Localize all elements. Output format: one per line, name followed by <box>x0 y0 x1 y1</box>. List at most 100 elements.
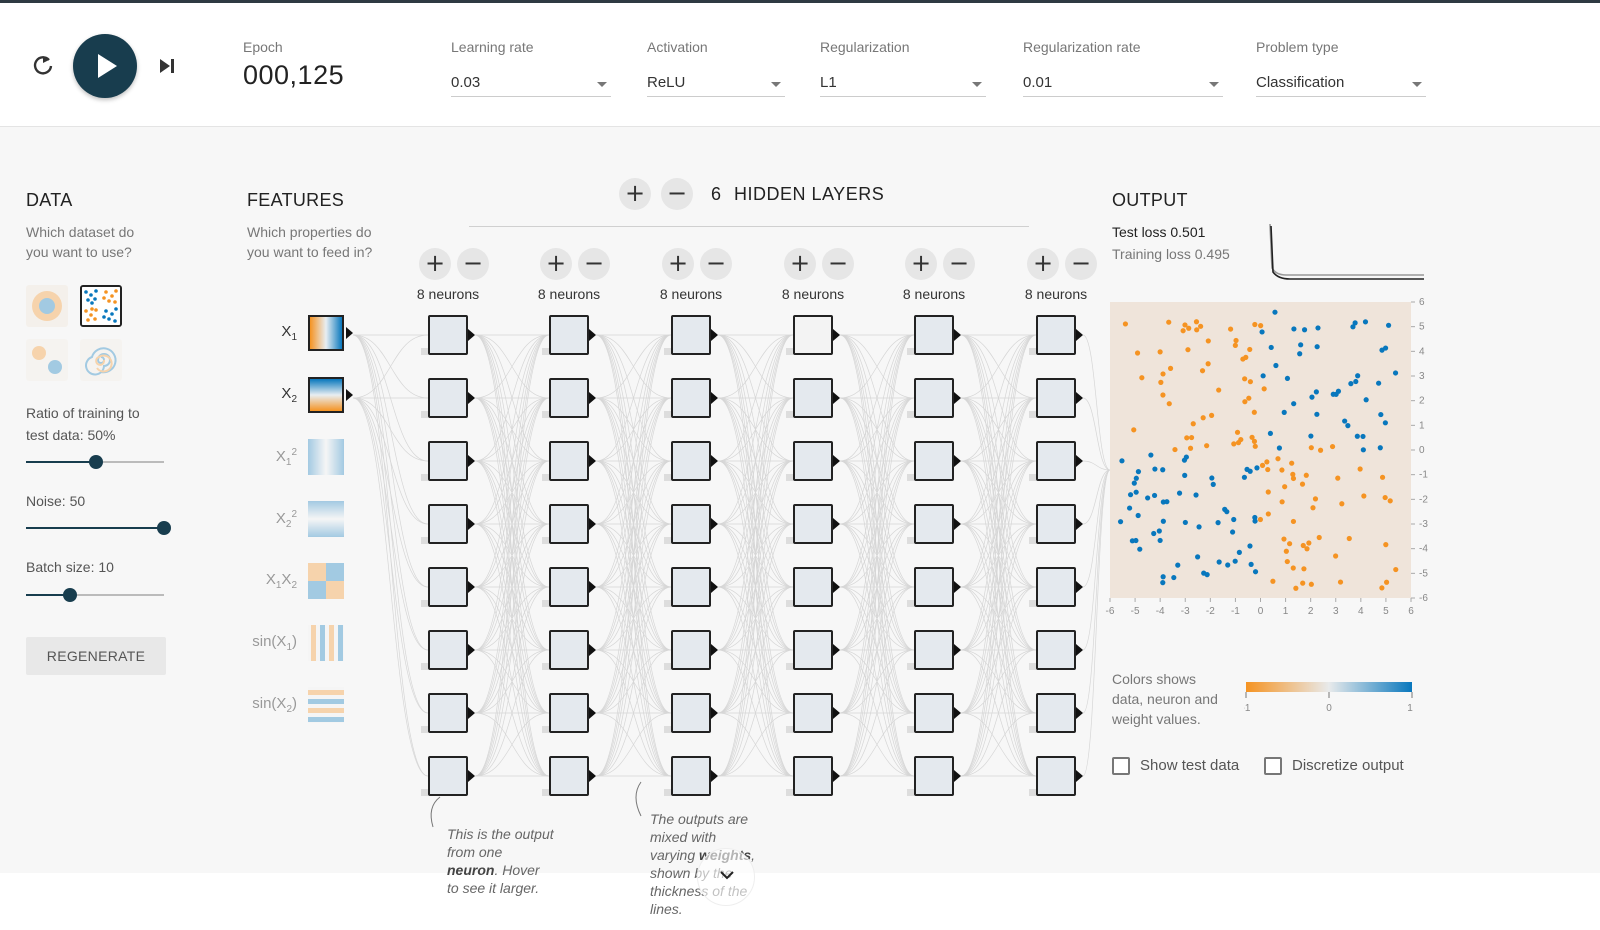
neuron[interactable] <box>1029 693 1076 733</box>
neuron[interactable] <box>421 315 468 355</box>
data-point <box>1151 530 1157 537</box>
weight-link <box>717 334 794 777</box>
neuron-output-arrow <box>589 644 596 656</box>
neuron[interactable] <box>1029 567 1076 607</box>
data-point <box>1167 365 1174 371</box>
neuron[interactable] <box>542 378 589 418</box>
add-neuron-button[interactable]: + <box>784 248 816 280</box>
weight-link <box>839 586 915 777</box>
neuron[interactable] <box>907 630 954 670</box>
neuron[interactable] <box>664 315 711 355</box>
show-test-data-checkbox[interactable] <box>1112 757 1130 775</box>
neuron[interactable] <box>907 504 954 544</box>
remove-layer-button[interactable]: − <box>661 178 693 210</box>
add-neuron-button[interactable]: + <box>905 248 937 280</box>
neuron[interactable] <box>421 756 468 796</box>
neuron-output-arrow <box>833 770 840 782</box>
neuron[interactable] <box>421 567 468 607</box>
x-tick-label: 1 <box>1283 606 1289 617</box>
neuron[interactable] <box>786 441 833 481</box>
scroll-down-button[interactable] <box>697 848 755 906</box>
neuron[interactable] <box>542 441 589 481</box>
neuron[interactable] <box>907 315 954 355</box>
weight-link <box>839 334 915 777</box>
data-point <box>1363 397 1369 403</box>
neuron-output-arrow <box>711 392 718 404</box>
neuron-bias <box>1029 348 1036 355</box>
weight-link <box>717 586 794 777</box>
show-test-data-label[interactable]: Show test data <box>1140 757 1239 774</box>
neuron[interactable] <box>542 504 589 544</box>
neuron[interactable] <box>664 756 711 796</box>
neuron[interactable] <box>664 504 711 544</box>
neuron[interactable] <box>907 378 954 418</box>
remove-neuron-button[interactable]: − <box>822 248 854 280</box>
remove-neuron-button[interactable]: − <box>578 248 610 280</box>
remove-neuron-button[interactable]: − <box>943 248 975 280</box>
neuron[interactable] <box>1029 504 1076 544</box>
data-point <box>1308 433 1314 439</box>
neuron[interactable] <box>786 315 833 355</box>
neuron[interactable] <box>1029 378 1076 418</box>
data-point <box>1242 399 1248 405</box>
neuron[interactable] <box>421 441 468 481</box>
neuron[interactable] <box>664 567 711 607</box>
neuron[interactable] <box>421 693 468 733</box>
weight-link <box>595 334 672 777</box>
data-point <box>1297 351 1303 357</box>
neuron[interactable] <box>907 756 954 796</box>
data-point <box>1176 490 1183 496</box>
neuron[interactable] <box>664 630 711 670</box>
remove-neuron-button[interactable]: − <box>1065 248 1097 280</box>
neuron[interactable] <box>786 693 833 733</box>
neuron[interactable] <box>786 756 833 796</box>
annotation-weights-varying: varying <box>650 847 700 863</box>
neuron[interactable] <box>542 756 589 796</box>
data-point <box>1232 558 1238 564</box>
neuron[interactable] <box>542 315 589 355</box>
remove-neuron-button[interactable]: − <box>700 248 732 280</box>
neuron[interactable] <box>1029 441 1076 481</box>
data-point <box>1205 338 1211 344</box>
neuron[interactable] <box>542 693 589 733</box>
data-point <box>1182 519 1188 526</box>
neuron[interactable] <box>786 567 833 607</box>
neuron[interactable] <box>542 630 589 670</box>
neuron[interactable] <box>421 630 468 670</box>
data-point <box>1193 492 1199 498</box>
neuron[interactable] <box>907 693 954 733</box>
data-point <box>1346 535 1352 542</box>
neuron[interactable] <box>1029 630 1076 670</box>
neuron[interactable] <box>786 630 833 670</box>
discretize-output-checkbox[interactable] <box>1264 757 1282 775</box>
add-neuron-button[interactable]: + <box>662 248 694 280</box>
data-point <box>1303 472 1309 478</box>
discretize-output-label[interactable]: Discretize output <box>1292 757 1404 774</box>
data-point <box>1308 581 1314 587</box>
data-point <box>1265 466 1271 473</box>
add-neuron-button[interactable]: + <box>540 248 572 280</box>
remove-neuron-button[interactable]: − <box>457 248 489 280</box>
neuron[interactable] <box>421 504 468 544</box>
layer-neuron-count: 8 neurons <box>416 286 480 302</box>
neuron[interactable] <box>907 441 954 481</box>
neuron[interactable] <box>664 693 711 733</box>
neuron-output-arrow <box>833 392 840 404</box>
neuron[interactable] <box>1029 756 1076 796</box>
data-point <box>1382 494 1388 501</box>
neuron[interactable] <box>542 567 589 607</box>
neuron[interactable] <box>786 504 833 544</box>
neuron[interactable] <box>421 378 468 418</box>
neuron[interactable] <box>907 567 954 607</box>
neuron[interactable] <box>664 378 711 418</box>
weight-link <box>474 586 550 777</box>
add-neuron-button[interactable]: + <box>419 248 451 280</box>
data-point <box>1360 447 1366 453</box>
neuron[interactable] <box>664 441 711 481</box>
neuron[interactable] <box>786 378 833 418</box>
data-point <box>1184 435 1190 441</box>
add-layer-button[interactable]: + <box>619 178 651 210</box>
add-neuron-button[interactable]: + <box>1027 248 1059 280</box>
neuron-bias <box>421 600 428 607</box>
neuron[interactable] <box>1029 315 1076 355</box>
